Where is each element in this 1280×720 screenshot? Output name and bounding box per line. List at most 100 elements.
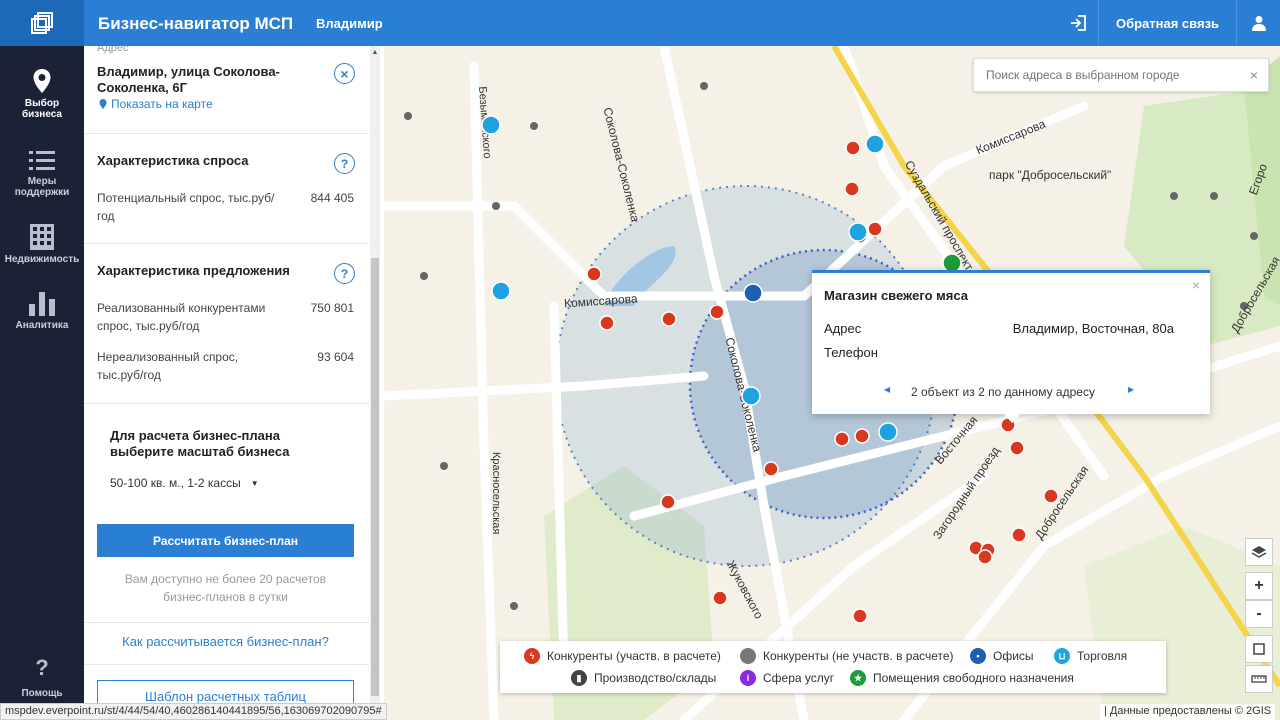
potential-demand-label: Потенциальный спрос, тыс.руб/ год xyxy=(97,189,297,225)
factory-icon: ▮ xyxy=(571,670,587,686)
city-selector[interactable]: Владимир xyxy=(316,16,383,31)
logout-button[interactable] xyxy=(1058,0,1098,46)
nav-label: Аналитика xyxy=(15,320,69,331)
map-legend: ϟ Конкуренты (участв. в расчете) Конкурен… xyxy=(500,641,1166,693)
realized-demand-value: 750 801 xyxy=(310,301,354,315)
scroll-up-icon[interactable]: ▲ xyxy=(370,49,380,56)
building-icon xyxy=(30,224,54,250)
location-pin-icon xyxy=(33,69,51,93)
clear-search-icon[interactable]: × xyxy=(1250,67,1258,83)
unrealized-demand-value: 93 604 xyxy=(317,350,354,364)
demand-help-button[interactable]: ? xyxy=(334,153,355,174)
popup-phone-label: Телефон xyxy=(824,345,878,360)
popup-pager: 2 объект из 2 по данному адресу xyxy=(911,385,1095,399)
demand-title: Характеристика спроса xyxy=(97,153,249,168)
supply-section: Характеристика предложения ? Реализованн… xyxy=(84,244,369,404)
plus-icon: + xyxy=(1254,577,1264,594)
map-pin-icon xyxy=(99,99,107,109)
legend-label: Конкуренты (участв. в расчете) xyxy=(547,649,721,663)
person-icon: i xyxy=(740,670,756,686)
scrollbar-thumb[interactable] xyxy=(371,258,379,696)
legend-item-production[interactable]: ▮ Производство/склады xyxy=(571,670,716,686)
zoom-out-button[interactable]: - xyxy=(1245,600,1273,628)
close-popup-icon[interactable]: × xyxy=(1192,277,1200,293)
panel-scrollbar[interactable]: ▲ xyxy=(370,46,380,720)
question-icon: ? xyxy=(340,266,349,281)
nav-label: Помощь xyxy=(21,688,63,699)
legend-label: Производство/склады xyxy=(594,671,717,685)
title-line: выберите масштаб бизнеса xyxy=(110,444,290,459)
nav-analytics[interactable]: Аналитика xyxy=(0,290,84,331)
question-icon: ? xyxy=(35,655,49,680)
legend-item-competitors-excluded[interactable]: Конкуренты (не участв. в расчете) xyxy=(740,648,954,664)
show-on-map-text: Показать на карте xyxy=(111,97,213,111)
realized-demand-label: Реализованный конкурентами спрос, тыс.ру… xyxy=(97,299,297,335)
demand-section: Характеристика спроса ? Потенциальный сп… xyxy=(84,134,369,244)
ruler-button[interactable] xyxy=(1245,665,1273,693)
nav-choose-business[interactable]: Выбор бизнеса xyxy=(0,68,84,120)
scale-value: 50-100 кв. м., 1-2 кассы xyxy=(110,476,241,490)
list-icon xyxy=(29,151,55,170)
address-label: Адрес xyxy=(97,46,129,54)
how-calculated-link[interactable]: Как рассчитывается бизнес-план? xyxy=(97,634,354,649)
divider xyxy=(84,622,369,623)
legend-item-services[interactable]: i Сфера услуг xyxy=(740,670,834,686)
feedback-button[interactable]: Обратная связь xyxy=(1098,0,1236,46)
left-nav: Выбор бизнеса Меры поддержки Недвижимост… xyxy=(0,46,84,720)
nav-label: бизнеса xyxy=(21,109,62,120)
address-line: Соколенка, 6Г xyxy=(97,80,188,95)
show-on-map-link[interactable]: Показать на карте xyxy=(99,97,213,111)
popup-title: Магазин свежего мяса xyxy=(824,288,968,303)
top-header: Бизнес-навигатор МСП Владимир Обратная с… xyxy=(0,0,1280,46)
nav-support-measures[interactable]: Меры поддержки xyxy=(0,150,84,198)
legend-label: Конкуренты (не участв. в расчете) xyxy=(763,649,954,663)
address-section: Адрес Владимир, улица Соколова- Соколенк… xyxy=(84,46,369,134)
label-line: Реализованный конкурентами xyxy=(97,301,266,315)
legend-item-trade[interactable]: ⊔ Торговля xyxy=(1054,648,1127,664)
divider xyxy=(84,664,369,665)
legend-label: Торговля xyxy=(1077,649,1128,663)
supply-help-button[interactable]: ? xyxy=(334,263,355,284)
zoom-in-button[interactable]: + xyxy=(1245,572,1273,600)
plan-title: Для расчета бизнес-плана выберите масшта… xyxy=(110,428,290,460)
map-attribution: | Данные предоставлены © 2GIS xyxy=(1100,704,1276,720)
label-line: тыс.руб/год xyxy=(97,368,161,382)
popup-address-label: Адрес xyxy=(824,321,862,336)
legend-item-competitors-included[interactable]: ϟ Конкуренты (участв. в расчете) xyxy=(524,648,721,664)
unrealized-demand-label: Нереализованный спрос, тыс.руб/год xyxy=(97,348,297,384)
object-popup: × Магазин свежего мяса Адрес Владимир, В… xyxy=(812,270,1210,414)
nav-label: поддержки xyxy=(14,187,70,198)
nav-real-estate[interactable]: Недвижимость xyxy=(0,224,84,265)
prev-object-button[interactable]: ◀ xyxy=(884,385,890,394)
layers-button[interactable] xyxy=(1245,538,1273,566)
bar-chart-icon xyxy=(29,292,55,316)
popup-address-value: Владимир, Восточная, 80а xyxy=(1012,321,1174,336)
layers-logo-icon xyxy=(31,12,53,34)
next-object-button[interactable]: ▶ xyxy=(1128,385,1134,394)
business-panel: Адрес Владимир, улица Соколова- Соколенк… xyxy=(84,46,384,720)
supply-title: Характеристика предложения xyxy=(97,263,290,278)
label-line: Нереализованный спрос, xyxy=(97,350,239,364)
legend-item-free-premises[interactable]: ★ Помещения свободного назначения xyxy=(850,670,1074,686)
popup-pointer xyxy=(1003,413,1021,423)
nav-help[interactable]: ? Помощь xyxy=(0,655,84,700)
plan-section: Для расчета бизнес-плана выберите масшта… xyxy=(84,404,369,720)
label-line: год xyxy=(97,209,115,223)
minus-icon: - xyxy=(1256,605,1262,622)
legend-item-offices[interactable]: ▪ Офисы xyxy=(970,648,1034,664)
close-icon: × xyxy=(340,65,349,82)
label-line: Потенциальный спрос, тыс.руб/ xyxy=(97,191,275,205)
legend-label: Офисы xyxy=(993,649,1034,663)
user-button[interactable] xyxy=(1236,0,1280,46)
clear-address-button[interactable]: × xyxy=(334,63,355,84)
legend-label: Помещения свободного назначения xyxy=(873,671,1074,685)
select-area-button[interactable] xyxy=(1245,635,1273,663)
lightning-icon: ϟ xyxy=(524,648,540,664)
ruler-icon xyxy=(1251,675,1267,683)
calculate-plan-button[interactable]: Рассчитать бизнес-план xyxy=(97,524,354,557)
search-input[interactable] xyxy=(974,59,1244,91)
app-title: Бизнес-навигатор МСП xyxy=(98,14,294,33)
app-logo[interactable] xyxy=(0,0,84,46)
business-scale-select[interactable]: 50-100 кв. м., 1-2 кассы ▼ xyxy=(110,476,259,490)
nav-label: Недвижимость xyxy=(4,254,80,265)
